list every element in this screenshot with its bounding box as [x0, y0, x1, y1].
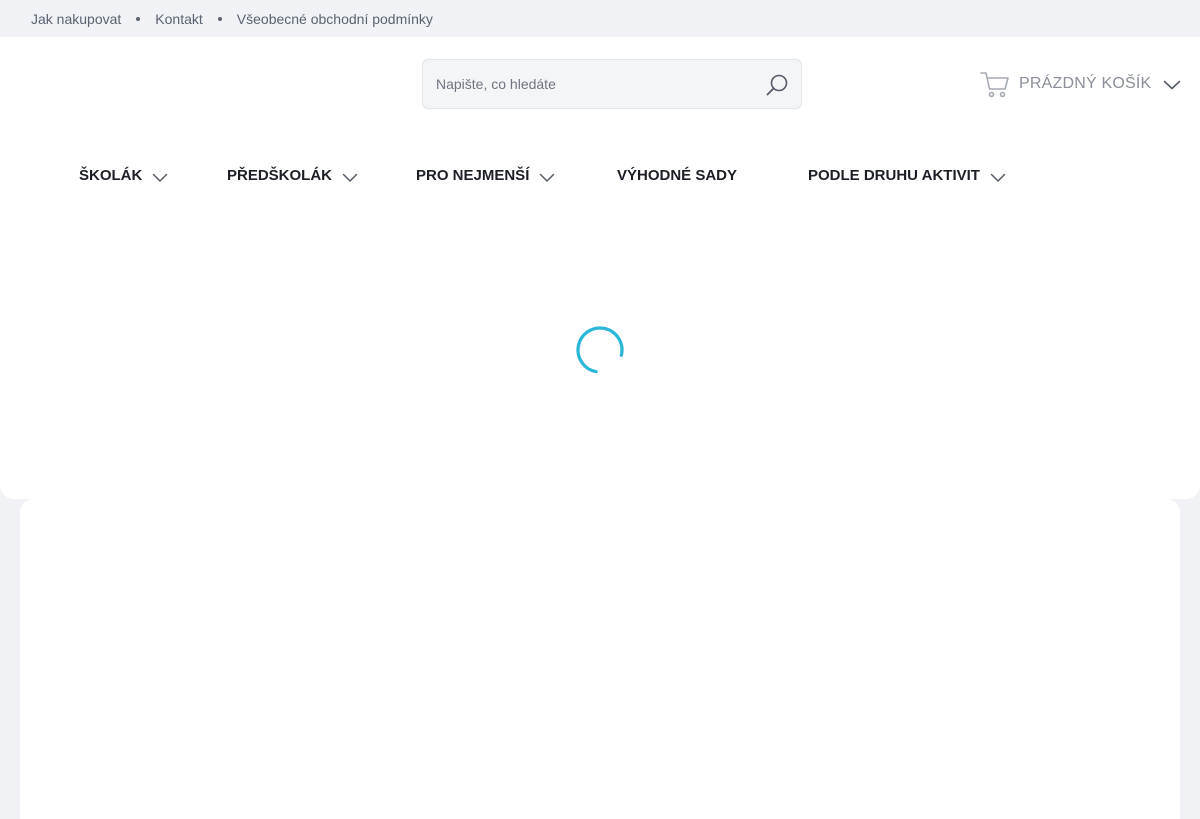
search-icon[interactable]	[765, 73, 789, 97]
nav-item-skolak[interactable]: ŠKOLÁK	[79, 164, 168, 186]
chevron-down-icon	[152, 170, 168, 182]
search-input[interactable]	[423, 60, 753, 108]
chevron-down-icon	[342, 170, 358, 182]
loading-panel	[0, 201, 1200, 499]
content-card	[20, 499, 1180, 819]
search-box	[422, 59, 802, 109]
main-navigation: ŠKOLÁK PŘEDŠKOLÁK PRO NEJMENŠÍ VÝHODNÉ S…	[0, 164, 1200, 201]
top-utility-bar: Jak nakupovat Kontakt Všeobecné obchodní…	[0, 0, 1200, 37]
separator-dot	[217, 16, 222, 21]
loading-spinner-icon	[575, 325, 625, 375]
cart-icon	[979, 68, 1011, 100]
nav-item-podle-druhu-aktivit[interactable]: PODLE DRUHU AKTIVIT	[808, 164, 1006, 186]
chevron-down-icon	[1163, 78, 1181, 90]
nav-item-label: PODLE DRUHU AKTIVIT	[808, 166, 980, 184]
nav-item-label: VÝHODNÉ SADY	[617, 166, 738, 184]
nav-item-label: ŠKOLÁK	[79, 166, 143, 184]
link-how-to-shop[interactable]: Jak nakupovat	[31, 11, 121, 27]
nav-item-label: PŘEDŠKOLÁK	[227, 166, 333, 184]
cart-button[interactable]: PRÁZDNÝ KOŠÍK	[979, 67, 1181, 101]
nav-item-predskolak[interactable]: PŘEDŠKOLÁK	[227, 164, 358, 186]
link-contact[interactable]: Kontakt	[155, 11, 202, 27]
chevron-down-icon	[539, 170, 555, 182]
nav-item-pro-nejmensi[interactable]: PRO NEJMENŠÍ	[416, 164, 555, 186]
link-terms[interactable]: Všeobecné obchodní podmínky	[237, 11, 433, 27]
nav-item-vyhodne-sady[interactable]: VÝHODNÉ SADY	[617, 164, 737, 186]
nav-item-label: PRO NEJMENŠÍ	[416, 166, 530, 184]
site-header: PRÁZDNÝ KOŠÍK ŠKOLÁK PŘEDŠKOLÁK PRO NEJM…	[0, 37, 1200, 201]
cart-label: PRÁZDNÝ KOŠÍK	[1019, 75, 1152, 92]
separator-dot	[136, 16, 141, 21]
chevron-down-icon	[990, 170, 1006, 182]
